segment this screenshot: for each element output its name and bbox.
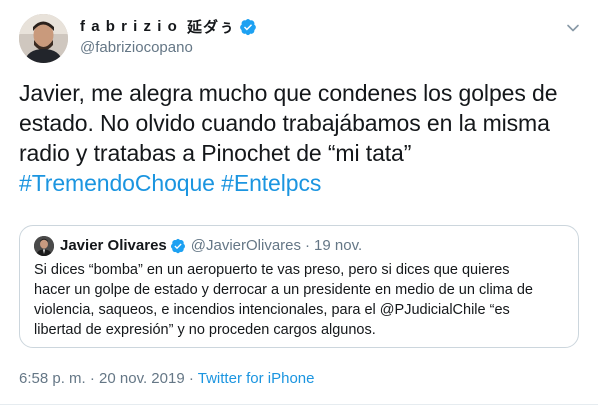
separator-dot: · (305, 237, 311, 254)
author-display-suffix[interactable]: 延ダぅ (187, 16, 235, 37)
quoted-header: Javier Olivares @JavierOlivares · 19 nov… (60, 236, 362, 256)
tweet-text-line: Javier, me alegra mucho que condenes los… (19, 80, 558, 106)
tweet-card: fabrizio 延ダぅ @fabriziocopano Javier, me … (0, 0, 598, 410)
tweet-text-line: radio y tratabas a Pinochet de “mi tata” (19, 140, 412, 166)
author-handle[interactable]: @fabriziocopano (80, 39, 193, 56)
chevron-down-icon[interactable] (565, 20, 581, 36)
quoted-text-line: libertad de expresión” y no proceden car… (34, 322, 376, 338)
quoted-text: Si dices “bomba” en un aeropuerto te vas… (34, 260, 564, 340)
hashtag-link[interactable]: #Entelpcs (221, 170, 321, 196)
quoted-text-line: Si dices “bomba” en un aeropuerto te vas… (34, 262, 510, 278)
verified-badge-icon (239, 18, 257, 36)
tweet-text: Javier, me alegra mucho que condenes los… (19, 78, 579, 198)
quoted-date[interactable]: 19 nov. (314, 236, 362, 256)
tweet-source-link[interactable]: Twitter for iPhone (198, 370, 315, 387)
verified-badge-icon (170, 238, 186, 254)
separator-dot: · (89, 370, 95, 387)
author-name-row[interactable]: fabrizio 延ダぅ (80, 16, 257, 37)
separator-dot: · (188, 370, 194, 387)
quoted-tweet[interactable]: Javier Olivares @JavierOlivares · 19 nov… (19, 225, 579, 348)
quoted-author-avatar[interactable] (34, 236, 54, 256)
hashtag-link[interactable]: #TremendoChoque (19, 170, 215, 196)
divider (0, 404, 598, 405)
tweet-time[interactable]: 6:58 p. m. (19, 370, 86, 387)
author-avatar[interactable] (19, 14, 68, 63)
hashtag-line: #TremendoChoque #Entelpcs (19, 168, 579, 198)
tweet-text-line: estado. No olvido cuando trabajábamos en… (19, 110, 550, 136)
quoted-text-line: violencia, saqueos, e incendios intencio… (34, 302, 510, 318)
quoted-author-name[interactable]: Javier Olivares (60, 236, 167, 256)
tweet-date[interactable]: 20 nov. 2019 (99, 370, 185, 387)
tweet-metadata: 6:58 p. m. · 20 nov. 2019 · Twitter for … (19, 370, 314, 387)
quoted-author-handle[interactable]: @JavierOlivares (191, 236, 301, 256)
author-display-name[interactable]: fabrizio (80, 18, 183, 35)
quoted-text-line: hacer un golpe de estado y derrocar a un… (34, 282, 533, 298)
